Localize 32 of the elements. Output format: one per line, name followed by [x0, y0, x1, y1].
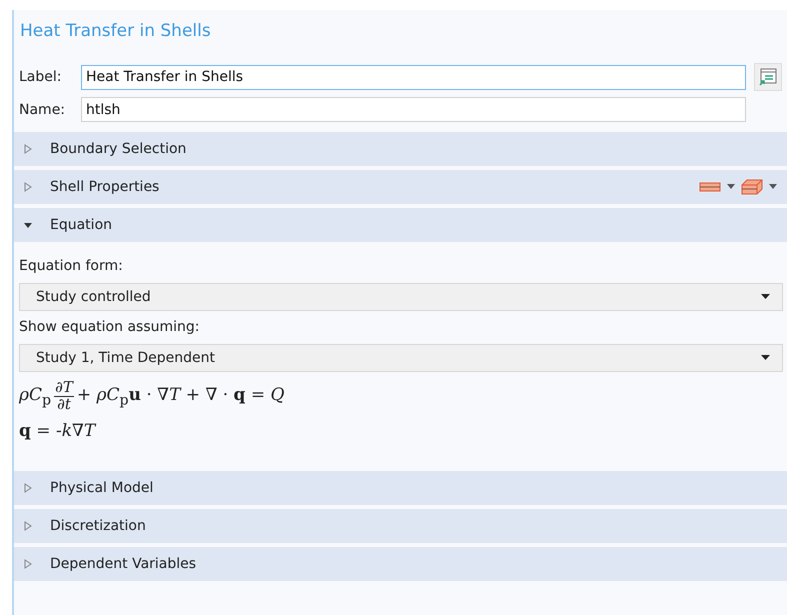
expand-triangle-icon[interactable]	[23, 520, 33, 530]
field-label: Label:	[19, 69, 62, 85]
expand-triangle-icon[interactable]	[23, 182, 33, 192]
field-label: Show equation assuming:	[19, 319, 200, 335]
section-header[interactable]: Discretization	[14, 508, 787, 542]
fraction: ∂T ∂t	[54, 380, 74, 412]
dropdown-arrow-icon[interactable]	[769, 184, 777, 190]
dropdown-arrow-icon[interactable]	[727, 184, 735, 190]
layer-icon[interactable]	[699, 182, 721, 192]
shell-block-icon[interactable]	[741, 179, 763, 195]
section-header[interactable]: Dependent Variables	[14, 546, 787, 580]
dropdown[interactable]: Study 1, Time Dependent	[19, 344, 783, 372]
equation-text: + ρC$_{p}$u · ∇T + ∇ · q = Q	[76, 384, 284, 408]
panel-title: Heat Transfer in Shells	[19, 20, 212, 43]
dropdown[interactable]: Study controlled	[19, 283, 783, 311]
text-field[interactable]: htlsh	[81, 97, 746, 122]
text-field[interactable]: Heat Transfer in Shells	[81, 64, 746, 90]
section-header[interactable]: Boundary Selection	[14, 132, 787, 166]
dropdown-arrow-icon[interactable]	[761, 294, 770, 300]
collapse-triangle-icon[interactable]	[23, 220, 33, 230]
section-header[interactable]: Shell Properties	[14, 170, 787, 204]
field-label: Name:	[19, 102, 66, 118]
expand-triangle-icon[interactable]	[23, 558, 33, 568]
expand-triangle-icon[interactable]	[23, 144, 33, 154]
field-label: Equation form:	[19, 258, 124, 274]
section-header[interactable]: Physical Model	[14, 470, 787, 504]
comment-icon[interactable]	[754, 63, 782, 91]
expand-triangle-icon[interactable]	[23, 482, 33, 492]
dropdown-arrow-icon[interactable]	[761, 355, 770, 361]
section-header[interactable]: Equation	[14, 208, 787, 242]
equation-text: ρC$_{p}$	[19, 384, 52, 408]
equation-text: q = -k∇T	[19, 420, 96, 440]
